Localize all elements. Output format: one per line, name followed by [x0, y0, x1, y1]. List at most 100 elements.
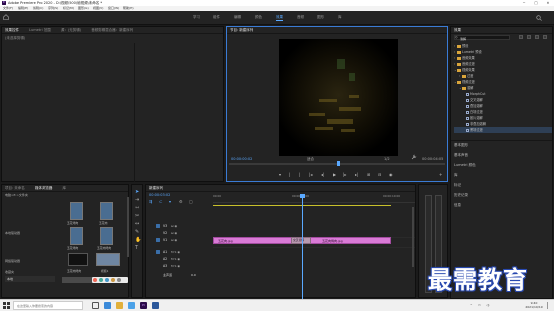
- fit-dropdown[interactable]: 适合: [307, 157, 314, 162]
- track-select-tool-icon[interactable]: ⇥: [135, 198, 140, 203]
- track-label-a3[interactable]: A3: [163, 264, 167, 268]
- type-tool-icon[interactable]: T: [135, 246, 140, 251]
- settings-icon[interactable]: [117, 278, 121, 282]
- track-label-a1[interactable]: A1: [163, 250, 167, 254]
- ripple-edit-tool-icon[interactable]: ⇿: [135, 206, 140, 211]
- section-history[interactable]: 历史记录: [454, 193, 468, 198]
- effects-search-input[interactable]: 溶解: [460, 37, 466, 41]
- program-playhead[interactable]: [337, 161, 340, 166]
- track-label-v2[interactable]: V2: [163, 231, 167, 235]
- tab-audio-clip-mixer[interactable]: 音频剪辑混合器：新建序列: [91, 28, 133, 32]
- mute-solo-icon[interactable]: M S ◉: [171, 250, 180, 254]
- mute-solo-icon[interactable]: M S ◉: [171, 257, 180, 261]
- play-icon[interactable]: ▶: [333, 172, 336, 177]
- export-frame-icon[interactable]: ◉: [389, 172, 393, 177]
- clip-pork-belly-bbq[interactable]: 五花肉烤肉.jpg: [305, 237, 391, 244]
- add-marker-icon[interactable]: ▾: [169, 199, 171, 204]
- track-label-a2[interactable]: A2: [163, 257, 167, 261]
- media-thumbnail[interactable]: [96, 253, 120, 266]
- tab-lumetri-scopes[interactable]: Lumetri 范围: [29, 28, 51, 32]
- program-timecode[interactable]: 00:00:00:02: [231, 157, 252, 161]
- network-icon[interactable]: ▭: [478, 303, 481, 307]
- yuv-effects-icon[interactable]: [535, 35, 540, 40]
- overwrite-icon[interactable]: ⊟: [378, 172, 381, 177]
- store-icon[interactable]: [128, 302, 135, 309]
- media-thumbnail[interactable]: [100, 202, 113, 220]
- add-button-icon[interactable]: +: [439, 172, 442, 177]
- workspace-tab-audio[interactable]: 音频: [297, 15, 304, 20]
- timeline-sequence-tab[interactable]: 新建序列: [149, 186, 163, 190]
- program-monitor-title[interactable]: 节目: 新建序列: [230, 28, 253, 32]
- file-explorer-icon[interactable]: [116, 302, 123, 309]
- track-label-v3[interactable]: V3: [163, 224, 167, 228]
- search-icon[interactable]: [536, 15, 542, 21]
- cross-dissolve-transition[interactable]: 交叉溶解: [291, 237, 311, 244]
- go-to-out-icon[interactable]: ▸|: [355, 172, 358, 177]
- tab-effect-controls[interactable]: 效果控件: [5, 28, 19, 32]
- zoom-icon[interactable]: [111, 278, 115, 282]
- source-patch-a1[interactable]: [156, 250, 160, 254]
- tab-project[interactable]: 项目: 未命名: [5, 186, 25, 190]
- tab-media-browser[interactable]: 媒体浏览器: [35, 186, 53, 190]
- selection-tool-icon[interactable]: ➤: [135, 190, 140, 195]
- wrench-icon[interactable]: [411, 154, 417, 160]
- toggle-sync-lock-icon[interactable]: ⊟ ◉: [171, 238, 177, 242]
- master-level[interactable]: 0.0: [191, 273, 196, 277]
- section-essential-graphics[interactable]: 基本图形: [454, 143, 468, 148]
- timeline-timecode[interactable]: 00:00:03:02: [149, 193, 170, 197]
- tree-item-selected[interactable]: 黑场过渡: [454, 127, 552, 133]
- tray-chevron-icon[interactable]: ^: [470, 303, 473, 307]
- workspace-tab-graphics[interactable]: 图形: [317, 15, 324, 20]
- task-view-icon[interactable]: [92, 302, 99, 309]
- local-drives-label[interactable]: 本地驱动器: [5, 231, 20, 235]
- media-thumbnail[interactable]: [70, 227, 83, 245]
- playhead-handle[interactable]: [300, 194, 305, 198]
- media-thumbnail[interactable]: [68, 253, 88, 266]
- effects-search-box[interactable]: 溶解: [454, 35, 510, 41]
- timeline-settings-icon[interactable]: ⚙: [179, 199, 183, 204]
- linked-selection-icon[interactable]: ⊂: [159, 199, 162, 204]
- new-bin-icon[interactable]: [543, 35, 548, 40]
- accelerated-effects-icon[interactable]: [519, 35, 524, 40]
- workspace-tab-color[interactable]: 颜色: [255, 15, 262, 20]
- hand-tool-icon[interactable]: ✋: [135, 238, 141, 243]
- captions-icon[interactable]: ▢: [189, 199, 193, 204]
- section-markers[interactable]: 标记: [454, 183, 461, 188]
- mute-solo-icon[interactable]: M S ◉: [171, 264, 180, 268]
- section-lumetri-color[interactable]: Lumetri 颜色: [454, 163, 476, 168]
- source-patch-v1[interactable]: [156, 238, 160, 242]
- 32bit-effects-icon[interactable]: [527, 35, 532, 40]
- local-drive-item[interactable]: 本地: [5, 276, 55, 282]
- toggle-sync-lock-icon[interactable]: ⊟ ◉: [171, 231, 177, 235]
- section-info[interactable]: 信息: [454, 203, 461, 208]
- volume-icon[interactable]: ◁): [486, 303, 489, 307]
- section-essential-sound[interactable]: 基本声音: [454, 153, 468, 158]
- scrollbar[interactable]: [127, 197, 129, 257]
- slip-tool-icon[interactable]: ↔: [135, 222, 140, 227]
- list-view-icon[interactable]: [99, 278, 103, 282]
- step-forward-icon[interactable]: |▸: [343, 172, 346, 177]
- mark-out-alt-button[interactable]: |: [299, 172, 300, 177]
- premiere-taskbar-icon[interactable]: Pr: [140, 302, 147, 309]
- effects-panel-title[interactable]: 效果: [454, 28, 461, 32]
- media-thumbnail[interactable]: [70, 202, 83, 220]
- tab-source[interactable]: 源：(无剪辑): [61, 28, 81, 32]
- razor-tool-icon[interactable]: ✂: [135, 214, 140, 219]
- word-icon[interactable]: [152, 302, 159, 309]
- timeline-ruler[interactable]: 00:00 00:00:05:00 00:00:10:00: [213, 193, 415, 203]
- taskbar-search-input[interactable]: 在这里输入你要搜索的内容: [17, 304, 53, 308]
- record-icon[interactable]: [93, 278, 97, 282]
- insert-icon[interactable]: ⊞: [367, 172, 370, 177]
- toggle-sync-lock-icon[interactable]: ⊟ ◉: [171, 224, 177, 228]
- workspace-tab-effects[interactable]: 效果: [276, 15, 283, 21]
- taskbar-clock[interactable]: 9:40 2021/10/19: [523, 301, 545, 309]
- home-icon[interactable]: [3, 14, 9, 20]
- tab-libraries[interactable]: 库: [63, 186, 67, 190]
- media-path[interactable]: 电脑>E:>文件夹: [5, 193, 28, 197]
- favorites-label[interactable]: 收藏夹: [5, 270, 14, 274]
- mark-in-button[interactable]: ▾: [279, 172, 281, 177]
- edge-browser-icon[interactable]: [104, 302, 111, 309]
- workspace-tab-assembly[interactable]: 组件: [213, 15, 220, 20]
- go-to-in-icon[interactable]: |◂: [309, 172, 312, 177]
- mark-out-button[interactable]: |: [289, 172, 290, 177]
